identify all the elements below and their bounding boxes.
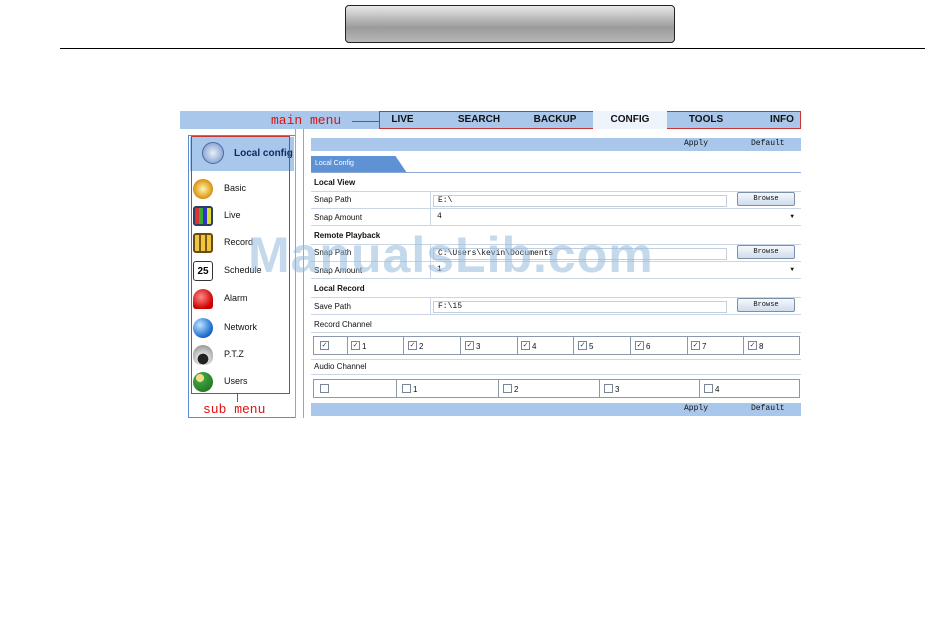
record-channel-label: Record Channel [314,320,372,329]
save-path-field[interactable]: F:\15 [433,301,727,313]
record-channel-all-checkbox[interactable]: ✓ [320,341,329,350]
default-button[interactable]: Default [751,139,785,148]
cell-divider [396,380,397,397]
sub-menu-annotation: sub menu [203,402,266,417]
apply-button[interactable]: Apply [684,139,708,148]
record-channel-2-label: 2 [419,342,424,351]
cell-divider [687,337,688,354]
default-button-bottom[interactable]: Default [751,404,785,413]
column-divider [430,297,431,314]
record-channel-6-label: 6 [646,342,651,351]
tab-local-config[interactable]: Local Config [311,156,407,173]
row-divider [311,359,801,360]
audio-channel-all-checkbox[interactable] [320,384,329,393]
page-header-box [345,5,675,43]
cell-divider [517,337,518,354]
record-channel-7-label: 7 [702,342,707,351]
cell-divider [599,380,600,397]
audio-channel-3-label: 3 [615,385,620,394]
cell-divider [573,337,574,354]
audio-channel-4-checkbox[interactable] [704,384,713,393]
row-divider [311,374,801,375]
record-channel-4-checkbox[interactable]: ✓ [521,341,530,350]
audio-channel-2-label: 2 [514,385,519,394]
header-rule [60,48,925,49]
row-divider [311,297,801,298]
local-snap-path-field[interactable]: E:\ [433,195,727,207]
record-channel-5-label: 5 [589,342,594,351]
tab-label: Local Config [315,160,354,167]
record-channel-8-label: 8 [759,342,764,351]
record-channel-row: ✓ ✓ 1 ✓ 2 ✓ 3 ✓ 4 ✓ 5 ✓ 6 ✓ 7 ✓ 8 [313,336,800,355]
snap-amount-label: Snap Amount [314,213,363,222]
watermark: ManualsLib.com [248,227,654,283]
audio-channel-row: 1 2 3 4 [313,379,800,398]
top-action-bar: Apply Default [311,138,801,151]
cell-divider [403,337,404,354]
row-divider [311,191,801,192]
row-divider [311,208,801,209]
cell-divider [347,337,348,354]
audio-channel-1-checkbox[interactable] [402,384,411,393]
remote-snap-browse-button[interactable]: Browse [737,245,795,259]
sub-menu-pointer [237,394,238,402]
cell-divider [699,380,700,397]
cell-divider [743,337,744,354]
local-snap-amount-value: 4 [437,212,442,221]
record-channel-5-checkbox[interactable]: ✓ [578,341,587,350]
audio-channel-1-label: 1 [413,385,418,394]
cell-divider [460,337,461,354]
record-channel-7-checkbox[interactable]: ✓ [691,341,700,350]
cell-divider [498,380,499,397]
local-snap-amount-select[interactable]: 4 ▼ [433,211,799,223]
snap-path-label: Snap Path [314,195,352,204]
chevron-down-icon: ▼ [790,213,794,220]
audio-channel-label: Audio Channel [314,362,367,371]
record-channel-1-label: 1 [362,342,367,351]
row-divider [311,314,801,315]
column-divider [430,191,431,208]
chevron-down-icon: ▼ [790,266,794,273]
bottom-action-bar: Apply Default [311,403,801,416]
record-channel-2-checkbox[interactable]: ✓ [408,341,417,350]
audio-channel-4-label: 4 [715,385,720,394]
save-path-browse-button[interactable]: Browse [737,298,795,312]
section-local-view: Local View [314,178,356,187]
cell-divider [630,337,631,354]
record-channel-4-label: 4 [532,342,537,351]
audio-channel-2-checkbox[interactable] [503,384,512,393]
save-path-label: Save Path [314,302,351,311]
main-menu-annotation: main menu [271,113,342,128]
apply-button-bottom[interactable]: Apply [684,404,708,413]
record-channel-3-checkbox[interactable]: ✓ [465,341,474,350]
record-channel-8-checkbox[interactable]: ✓ [748,341,757,350]
tab-underline [311,172,801,173]
record-channel-6-checkbox[interactable]: ✓ [635,341,644,350]
record-channel-1-checkbox[interactable]: ✓ [351,341,360,350]
audio-channel-3-checkbox[interactable] [604,384,613,393]
local-snap-browse-button[interactable]: Browse [737,192,795,206]
column-divider [430,208,431,225]
section-local-record: Local Record [314,284,365,293]
row-divider [311,332,801,333]
main-menu-pointer [352,121,379,122]
record-channel-3-label: 3 [476,342,481,351]
